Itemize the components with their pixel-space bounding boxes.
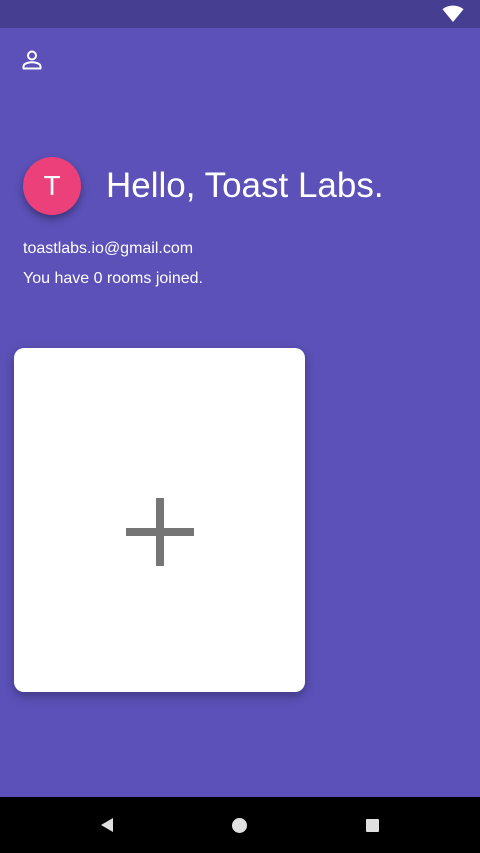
greeting-title: Hello, Toast Labs. bbox=[106, 166, 384, 205]
home-button[interactable] bbox=[225, 811, 253, 839]
rooms-joined-count: You have 0 rooms joined. bbox=[23, 270, 203, 287]
add-room-card[interactable] bbox=[14, 348, 305, 692]
home-icon bbox=[231, 817, 247, 833]
recents-icon bbox=[365, 818, 379, 832]
avatar: T bbox=[23, 157, 81, 215]
back-icon bbox=[101, 818, 113, 832]
home-screen: T Hello, Toast Labs. toastlabs.io@gmail.… bbox=[0, 28, 480, 797]
plus-icon bbox=[126, 498, 194, 566]
recents-button[interactable] bbox=[358, 811, 386, 839]
person-outline-icon bbox=[22, 50, 42, 70]
back-button[interactable] bbox=[93, 811, 121, 839]
profile-button[interactable] bbox=[18, 46, 46, 74]
status-bar bbox=[0, 0, 480, 28]
user-email: toastlabs.io@gmail.com bbox=[23, 240, 194, 257]
navigation-bar bbox=[0, 797, 480, 853]
wifi-icon bbox=[442, 5, 464, 22]
